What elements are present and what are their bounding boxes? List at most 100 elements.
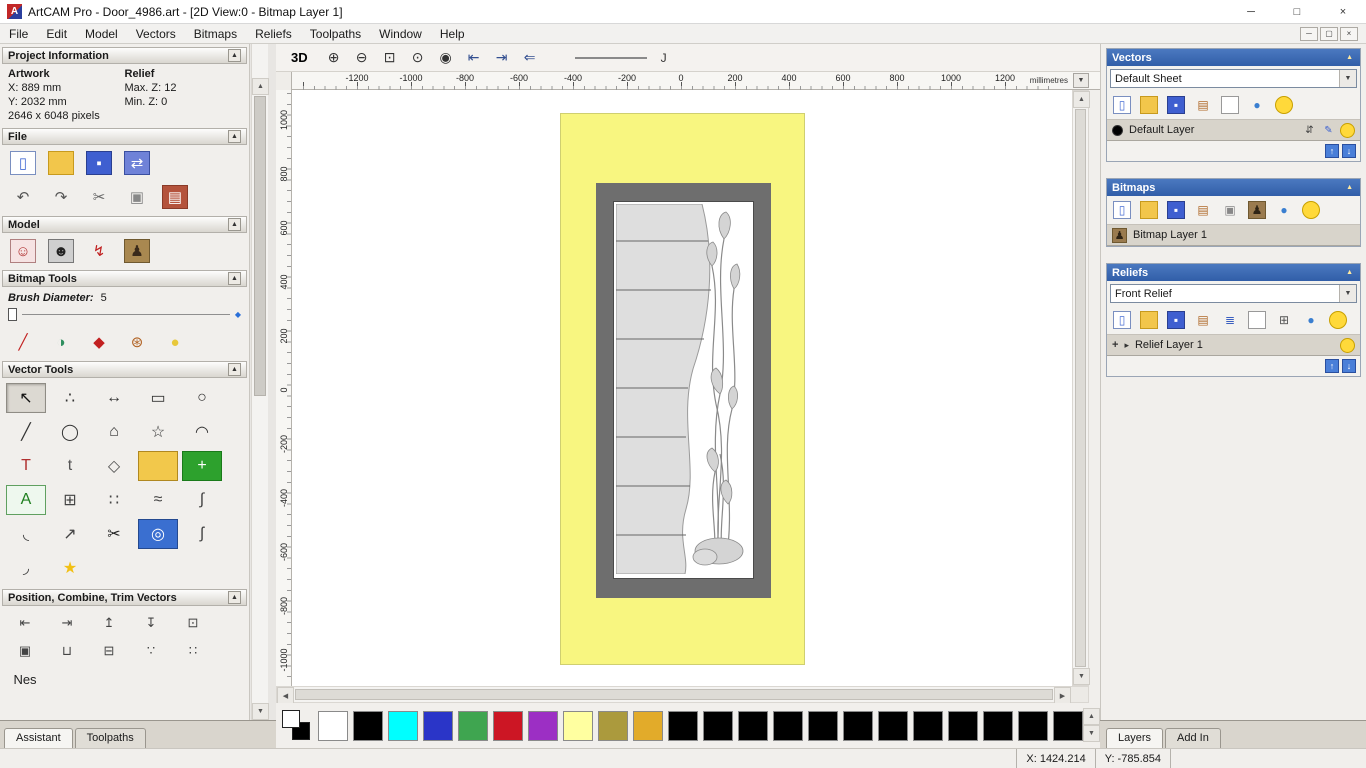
collapse-section-icon[interactable]: ▲ (228, 218, 241, 231)
toggle-all-vectors-icon[interactable] (1275, 96, 1293, 114)
colour-set-icon[interactable]: ● (162, 330, 188, 354)
palette-swatch[interactable] (773, 710, 803, 741)
mdi-restore-button[interactable]: ▢ (1320, 26, 1338, 41)
scrollbar-thumb[interactable] (1075, 109, 1086, 667)
palette-swatch[interactable] (668, 710, 698, 741)
palette-swatch[interactable] (598, 710, 628, 741)
zoom-objects-icon[interactable]: ⊙ (407, 47, 429, 69)
tab-layers[interactable]: Layers (1106, 728, 1164, 748)
open-model-icon[interactable] (48, 151, 74, 175)
transform-vectors-tool[interactable]: ↔ (94, 383, 134, 413)
create-arc-tool[interactable]: ◠ (182, 417, 222, 447)
align-left-icon[interactable]: ⇤ (6, 611, 44, 635)
menu-help[interactable]: Help (431, 25, 474, 43)
mdi-minimize-button[interactable]: ─ (1300, 26, 1318, 41)
dropdown-arrow-icon[interactable]: ▼ (1339, 285, 1356, 302)
node-editing-tool[interactable]: ∴ (50, 383, 90, 413)
create-polyline-tool[interactable]: ╱ (6, 417, 46, 447)
move-layer-down-icon[interactable]: ↓ (1342, 144, 1356, 158)
draw-colour-icon[interactable]: ◑ (48, 330, 74, 354)
import-bitmap-icon[interactable]: ▤ (1194, 201, 1212, 219)
create-star-tool[interactable]: ☆ (138, 417, 178, 447)
scrollbar-thumb[interactable] (295, 689, 1053, 700)
block-copy-tool[interactable]: ∷ (94, 485, 134, 515)
block-paste-icon[interactable]: ∷ (174, 639, 212, 663)
weld-vectors-icon[interactable]: ⊔ (48, 639, 86, 663)
slider-thumb[interactable] (8, 308, 17, 321)
ruler-origin-box[interactable] (276, 72, 292, 90)
fillet-arcs-tool[interactable]: ◞ (6, 553, 46, 583)
menu-edit[interactable]: Edit (37, 25, 76, 43)
collapse-panel-icon[interactable]: ▲ (1344, 269, 1355, 276)
new-sheet-icon[interactable] (1221, 96, 1239, 114)
palette-swatch[interactable] (318, 710, 348, 741)
menu-bitmaps[interactable]: Bitmaps (185, 25, 246, 43)
previous-view-icon[interactable]: ⇤ (463, 47, 485, 69)
open-vectors-icon[interactable] (1140, 96, 1158, 114)
layer-visibility-icon[interactable] (1340, 122, 1355, 138)
arc-segment-tool[interactable]: ◟ (6, 519, 46, 549)
undo-icon[interactable]: ↶ (10, 185, 36, 209)
vector-wizard-tool[interactable]: ★ (50, 553, 90, 583)
open-relief-icon[interactable] (1140, 311, 1158, 329)
align-right-icon[interactable]: ⇥ (48, 611, 86, 635)
relief-grid-icon[interactable]: ⊞ (1275, 311, 1293, 329)
set-model-position-icon[interactable]: ↯ (86, 239, 112, 263)
trim-vectors-tool[interactable]: ✂ (94, 519, 134, 549)
new-relief-layer-icon[interactable]: ▯ (1113, 311, 1131, 329)
collapse-section-icon[interactable]: ▲ (228, 591, 241, 604)
palette-swatch[interactable] (738, 710, 768, 741)
fit-curve-tool[interactable]: ∫ (182, 485, 222, 515)
load-bitmap-icon[interactable]: ♟ (124, 239, 150, 263)
cut-icon[interactable]: ✂ (86, 185, 112, 209)
collapse-section-icon[interactable]: ▲ (228, 130, 241, 143)
slider-track[interactable] (22, 314, 230, 315)
scroll-right-icon[interactable]: ▶ (1054, 687, 1071, 704)
create-circle-tool[interactable]: ○ (182, 383, 222, 413)
relief-layer-row[interactable]: + ▸ Relief Layer 1 (1107, 334, 1360, 356)
redo-icon[interactable]: ↷ (48, 185, 74, 209)
minimize-button[interactable]: ─ (1228, 0, 1274, 24)
paint-brush-icon[interactable]: ╱ (10, 330, 36, 354)
copy-bitmap-icon[interactable]: ▣ (1221, 201, 1239, 219)
sheet-select[interactable]: Default Sheet ▼ (1110, 69, 1357, 88)
collapse-panel-icon[interactable]: ▲ (1344, 184, 1355, 191)
drawing-canvas[interactable] (292, 90, 1072, 686)
zoom-out-icon[interactable]: ⊖ (351, 47, 373, 69)
paste-vectors-tool[interactable]: + (182, 451, 222, 481)
menu-window[interactable]: Window (370, 25, 431, 43)
create-ellipse-tool[interactable]: ◯ (50, 417, 90, 447)
scroll-up-icon[interactable]: ▲ (1083, 707, 1100, 725)
canvas-vertical-scrollbar[interactable]: ▲ ▼ (1072, 90, 1090, 686)
offset-vectors-tool[interactable]: ↗ (50, 519, 90, 549)
vector-border-tool[interactable]: ◇ (94, 451, 134, 481)
palette-swatch[interactable] (878, 710, 908, 741)
edit-layer-icon[interactable]: ✎ (1321, 123, 1336, 138)
menu-toolpaths[interactable]: Toolpaths (301, 25, 370, 43)
mdi-close-button[interactable]: × (1340, 26, 1358, 41)
collapse-section-icon[interactable]: ▲ (228, 272, 241, 285)
tab-assistant[interactable]: Assistant (4, 728, 73, 748)
palette-swatch[interactable] (1053, 710, 1083, 741)
select-vectors-tool[interactable]: ↖ (6, 383, 46, 413)
palette-swatch[interactable] (353, 710, 383, 741)
dropdown-arrow-icon[interactable]: ▼ (1339, 70, 1356, 87)
align-top-icon[interactable]: ↥ (90, 611, 128, 635)
maximize-button[interactable]: □ (1274, 0, 1320, 24)
collapse-section-icon[interactable]: ▲ (228, 363, 241, 376)
copy-relief-icon[interactable] (1248, 311, 1266, 329)
menu-vectors[interactable]: Vectors (127, 25, 185, 43)
toggle-all-reliefs-icon[interactable] (1329, 311, 1347, 329)
relief-preview-icon[interactable]: ☺ (10, 239, 36, 263)
scroll-down-icon[interactable]: ▼ (252, 703, 269, 720)
colour-palette-icon[interactable]: ⊛ (124, 330, 150, 354)
scrollbar-thumb[interactable] (254, 96, 266, 396)
subtract-vectors-icon[interactable]: ⊟ (90, 639, 128, 663)
palette-swatch[interactable] (458, 710, 488, 741)
vector-layer-row[interactable]: Default Layer ⇵ ✎ (1107, 119, 1360, 141)
palette-swatch[interactable] (703, 710, 733, 741)
menu-file[interactable]: File (0, 25, 37, 43)
palette-swatch[interactable] (563, 710, 593, 741)
palette-swatch[interactable] (423, 710, 453, 741)
create-polygon-tool[interactable]: ⌂ (94, 417, 134, 447)
